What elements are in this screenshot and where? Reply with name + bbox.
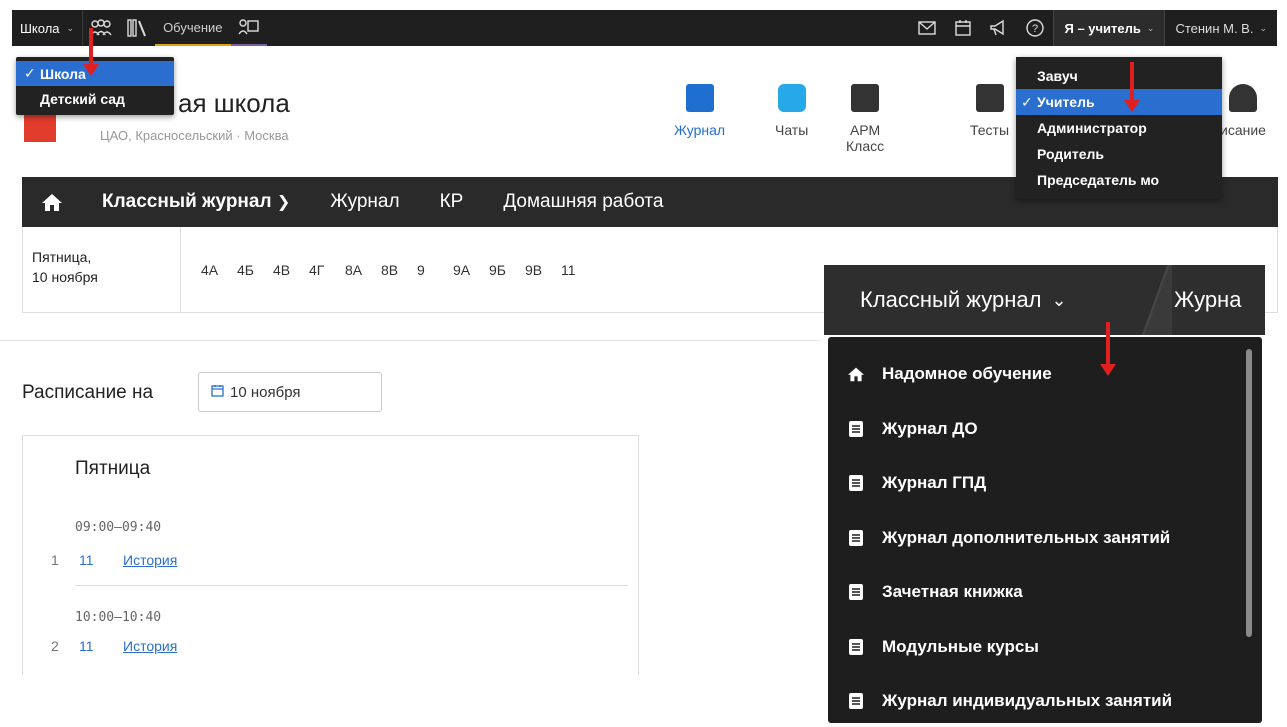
class-tab[interactable]: 9 [417, 262, 453, 278]
chevron-down-icon: ⌄ [1051, 289, 1067, 310]
menu-item-home-learning[interactable]: Надомное обучение [828, 347, 1262, 402]
journal-icon [685, 84, 714, 112]
nav-class-journal[interactable]: Классный журнал ⌄ [824, 287, 1149, 313]
help-icon[interactable]: ? [1017, 10, 1053, 46]
calendar-icon[interactable] [945, 10, 981, 46]
role-dropdown: Завуч ✓ Учитель Администратор Родитель П… [1016, 57, 1222, 199]
home-icon [846, 366, 866, 382]
school-title: ая школа [178, 88, 290, 118]
library-icon[interactable] [119, 10, 155, 46]
chevron-down-icon: ❯ [276, 194, 291, 211]
chevron-down-icon: ⌄ [66, 22, 75, 33]
class-list: 4А 4Б 4В 4Г 8А 8В 9 9А 9Б 9В 11 [181, 227, 597, 312]
book-icon [846, 584, 866, 601]
role-option-teacher[interactable]: ✓ Учитель [1016, 89, 1222, 115]
lesson-number: 1 [51, 552, 59, 568]
lesson-time: 10:00–10:40 [75, 610, 162, 625]
schedule-card: Пятница 09:00–09:40 1 11 История 10:00–1… [22, 435, 639, 675]
book-icon [846, 529, 866, 546]
lesson-time: 09:00–09:40 [75, 520, 162, 535]
nav-kr[interactable]: КР [420, 191, 484, 213]
current-date: Пятница, 10 ноября [23, 227, 181, 312]
chat-icon [777, 84, 806, 112]
nav-journal[interactable]: Журнал [310, 191, 419, 213]
chevron-down-icon: ⌄ [1259, 22, 1267, 33]
school-option-kindergarten[interactable]: Детский сад [16, 86, 174, 111]
class-tab[interactable]: 4А [201, 262, 237, 278]
bell-icon [1228, 84, 1257, 112]
lesson-number: 2 [51, 638, 59, 654]
annotation-arrow [1124, 62, 1140, 112]
book-icon [846, 475, 866, 492]
role-option-head-teacher[interactable]: Завуч [1016, 63, 1222, 89]
class-tab[interactable]: 4В [273, 262, 309, 278]
role-option-parent[interactable]: Родитель [1016, 141, 1222, 167]
book-icon [846, 638, 866, 655]
role-option-chairman[interactable]: Председатель мо [1016, 167, 1222, 193]
menu-item-journal-gpd[interactable]: Журнал ГПД [828, 456, 1262, 511]
class-tab[interactable]: 9А [453, 262, 489, 278]
badge-icon [851, 84, 880, 112]
svg-text:?: ? [1032, 23, 1038, 35]
school-switcher[interactable]: Школа ⌄ [12, 10, 84, 46]
schedule-title: Расписание на [22, 382, 154, 403]
app-tests[interactable]: Тесты [970, 84, 1009, 138]
journal-dropdown-header: Классный журнал ⌄ Журна [824, 265, 1265, 335]
chevron-down-icon: ⌄ [1146, 22, 1155, 33]
nav-journal[interactable]: Журна [1174, 287, 1241, 313]
book-icon [846, 693, 866, 710]
schedule-date-picker[interactable]: 10 ноября [198, 372, 382, 412]
day-name: Пятница [75, 458, 151, 479]
app-schedule[interactable]: исание [1220, 84, 1266, 138]
role-switcher[interactable]: Я – учитель ⌄ [1053, 10, 1166, 46]
annotation-arrow [83, 28, 99, 76]
user-name: Стенин М. В. [1175, 20, 1254, 36]
top-bar: Школа ⌄ Обучение ? Я – учитель ⌄ Стенин … [12, 10, 1277, 46]
whiteboard-icon[interactable] [230, 10, 267, 46]
app-chats[interactable]: Чаты [775, 84, 808, 138]
annotation-arrow [1100, 322, 1116, 376]
menu-item-journal-extra[interactable]: Журнал дополнительных занятий [828, 511, 1262, 566]
book-icon [846, 420, 866, 437]
home-icon[interactable] [22, 192, 82, 212]
class-tab[interactable]: 8А [345, 262, 381, 278]
divider [75, 585, 628, 586]
class-tab[interactable]: 11 [561, 262, 597, 278]
school-address: ЦАО, Красносельский · Москва [100, 128, 289, 143]
lesson-subject-link[interactable]: История [123, 638, 177, 654]
menu-item-record-book[interactable]: Зачетная книжка [828, 565, 1262, 620]
lesson-subject-link[interactable]: История [123, 552, 177, 568]
menu-item-modular-courses[interactable]: Модульные курсы [828, 620, 1262, 675]
class-tab[interactable]: 4Б [237, 262, 273, 278]
megaphone-icon[interactable] [981, 10, 1017, 46]
school-switcher-label: Школа [20, 20, 60, 36]
menu-item-journal-do[interactable]: Журнал ДО [828, 402, 1262, 457]
divider [0, 340, 820, 341]
role-switcher-label: Я – учитель [1064, 20, 1141, 36]
document-check-icon [975, 84, 1004, 112]
app-arm-class[interactable]: АРМ Класс [846, 84, 884, 154]
class-tab[interactable]: 9В [525, 262, 561, 278]
menu-item-individual-lessons[interactable]: Журнал индивидуальных занятий [828, 674, 1262, 723]
user-menu[interactable]: Стенин М. В. ⌄ [1165, 10, 1277, 46]
journal-dropdown-menu: Надомное обучение Журнал ДО Журнал ГПД Ж… [828, 337, 1262, 723]
nav-homework[interactable]: Домашняя работа [483, 191, 683, 213]
learning-menu[interactable]: Обучение [155, 10, 231, 46]
role-option-administrator[interactable]: Администратор [1016, 115, 1222, 141]
journal-dropdown-inset: Классный журнал ⌄ Журна Надомное обучени… [824, 265, 1265, 725]
class-tab[interactable]: 9Б [489, 262, 525, 278]
app-journal[interactable]: Журнал [674, 84, 725, 138]
check-icon: ✓ [1021, 93, 1033, 110]
class-tab[interactable]: 8В [381, 262, 417, 278]
calendar-icon [211, 384, 224, 400]
scrollbar[interactable] [1246, 349, 1252, 637]
nav-class-journal[interactable]: Классный журнал ❯ [82, 191, 310, 213]
mail-icon[interactable] [909, 10, 945, 46]
class-tab[interactable]: 4Г [309, 262, 345, 278]
lesson-class[interactable]: 11 [79, 552, 94, 568]
schedule-date-value: 10 ноября [230, 383, 301, 401]
lesson-class[interactable]: 11 [79, 638, 94, 654]
breadcrumb-separator [1142, 265, 1172, 335]
check-icon: ✓ [24, 65, 36, 81]
